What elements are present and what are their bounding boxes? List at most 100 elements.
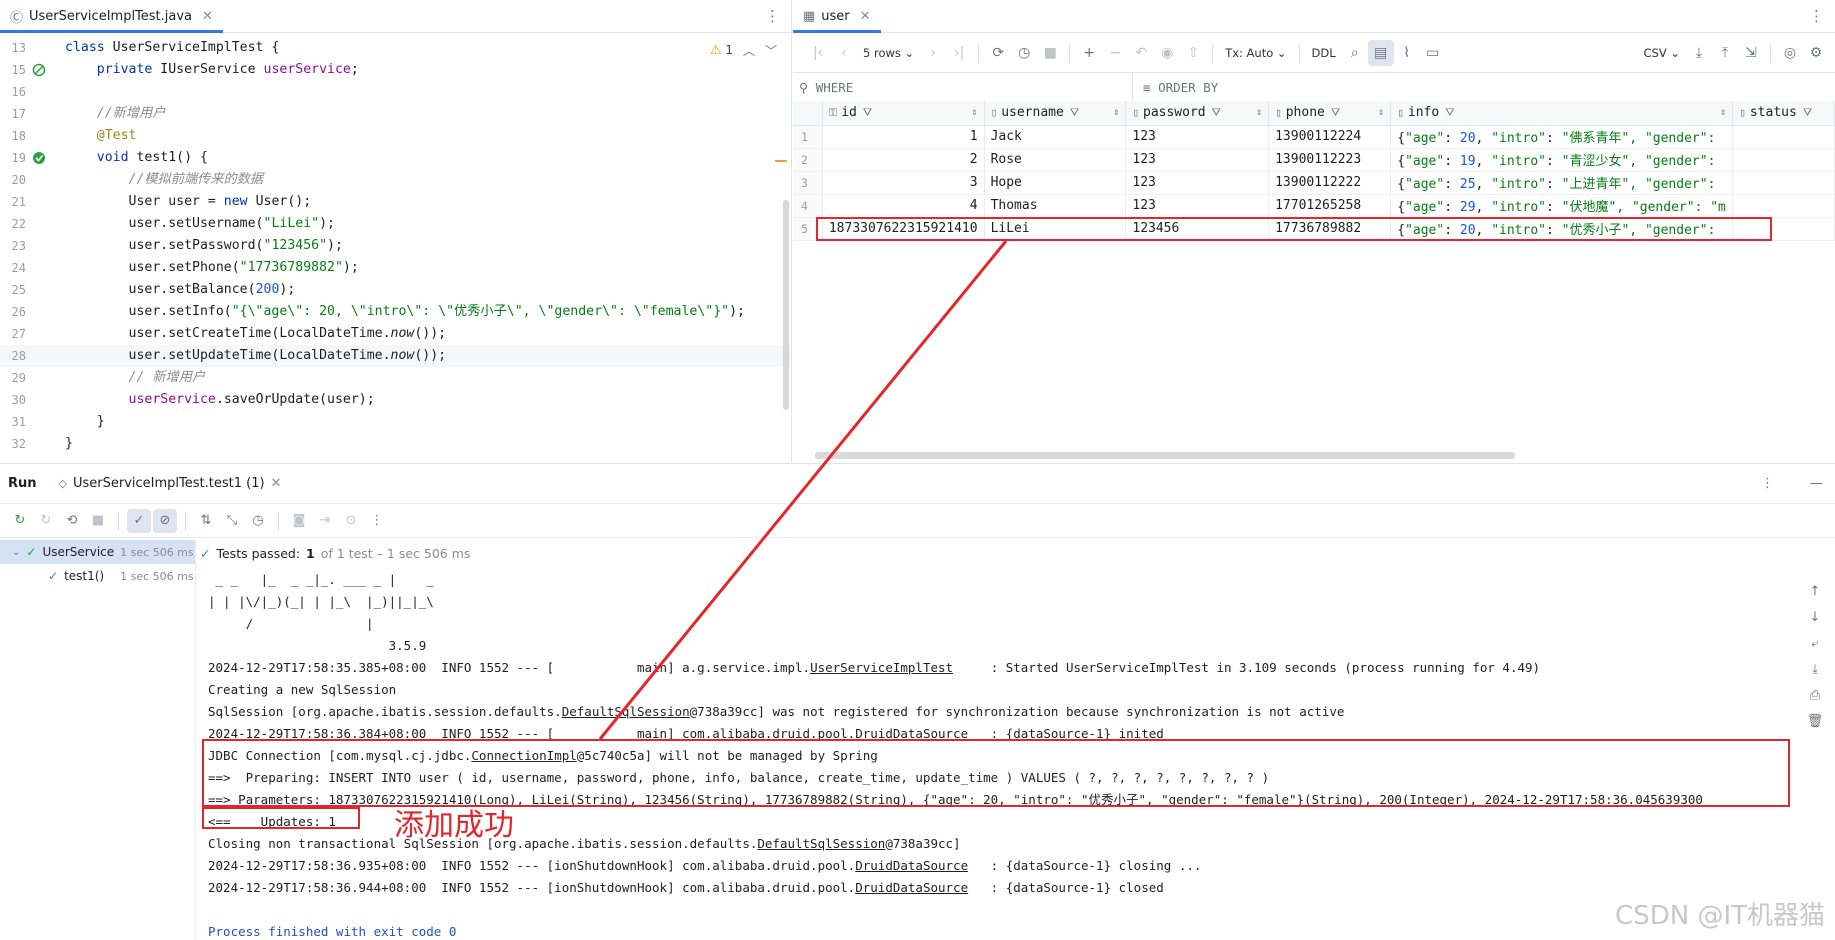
test-tree[interactable]: ⌄ ✓ UserService 1 sec 506 ms ✓ test1() 1… [0,540,196,940]
add-row-icon[interactable]: + [1076,40,1102,66]
cell-status[interactable] [1732,125,1835,149]
more-options-icon[interactable]: ⋮ [1809,7,1824,25]
orderby-filter[interactable]: ≡ ORDER BY [1132,72,1218,103]
filter-icon[interactable]: ⛛ [1331,106,1340,119]
close-icon[interactable]: ✕ [860,9,871,24]
code-line[interactable]: 15 private IUserService userService; [0,59,791,81]
arrow-up-icon[interactable]: ↑ [1805,584,1825,604]
filter-icon[interactable]: ⛛ [1445,106,1454,119]
sort-icon[interactable]: ⇕ [972,107,978,118]
column-header-id[interactable]: ⚿ id ⛛ ⇕ [822,101,985,126]
upload-icon[interactable]: ⤒ [1712,40,1738,66]
cell-password[interactable]: 123 [1125,148,1270,172]
editor-scrollbar[interactable] [783,200,789,410]
ddl-button[interactable]: DDL [1306,46,1342,60]
cell-username[interactable]: Thomas [984,194,1127,218]
cell-info[interactable]: {"age": 29, "intro": "伏地魔", "gender": "m [1390,194,1734,218]
cell-username[interactable]: Jack [984,125,1127,149]
close-icon[interactable]: ✕ [271,476,282,491]
history-icon[interactable]: ◷ [246,509,270,533]
code-line[interactable]: 24 user.setPhone("17736789882"); [0,257,791,279]
more-options-icon[interactable]: ⋮ [365,509,389,533]
grid-scrollbar[interactable] [815,452,1515,459]
view-icon[interactable]: ◎ [1777,40,1803,66]
run-config-tab[interactable]: ◇ UserServiceImplTest.test1 (1) ✕ [59,476,282,491]
code-line[interactable]: 28 user.setUpdateTime(LocalDateTime.now(… [0,345,791,367]
import-icon[interactable]: ⊙ [339,509,363,533]
row-number[interactable]: 3 [793,171,823,195]
sort-icon[interactable]: ⇕ [1113,107,1119,118]
gear-icon[interactable]: ⚙ [1803,40,1829,66]
close-icon[interactable]: ✕ [202,9,213,24]
compare-icon[interactable]: ⇲ [1738,40,1764,66]
code-line[interactable]: 22 user.setUsername("LiLei"); [0,213,791,235]
code-line[interactable]: 27 user.setCreateTime(LocalDateTime.now(… [0,323,791,345]
trash-icon[interactable]: 🗑 [1805,714,1825,734]
code-line[interactable]: 18 @Test [0,125,791,147]
code-area[interactable]: 13 class UserServiceImplTest {15 private … [0,37,791,462]
table-row[interactable]: 1 1 Jack 123 13900112224 {"age": 20, "intro":… [793,125,1835,149]
grid-view-icon[interactable]: ▤ [1367,39,1394,66]
tree-item-test[interactable]: ✓ test1() 1 sec 506 ms [0,564,195,588]
first-page-icon[interactable]: |‹ [805,40,831,66]
code-line[interactable]: 25 user.setBalance(200); [0,279,791,301]
stop-icon[interactable]: ■ [86,509,110,533]
table-settings-icon[interactable]: ▭ [1420,40,1446,66]
cell-status[interactable] [1732,194,1835,218]
column-header-status[interactable]: ▯ status ⛛ [1732,101,1835,126]
code-line[interactable]: 16 [0,81,791,103]
filter-icon[interactable]: ⛛ [1070,106,1079,119]
db-tab[interactable]: ▦ user ✕ [793,0,881,33]
code-line[interactable]: 23 user.setPassword("123456"); [0,235,791,257]
sort-duration-icon[interactable]: ⤡ [220,509,244,533]
code-line[interactable]: 29 // 新增用户 [0,367,791,389]
table-row[interactable]: 3 3 Hope 123 13900112222 {"age": 25, "intro":… [793,171,1835,195]
stop-icon[interactable]: ■ [1037,40,1063,66]
refresh-icon[interactable]: ⟳ [985,40,1011,66]
scroll-to-end-icon[interactable]: ⤓ [1805,662,1825,682]
show-passed-icon[interactable]: ✓ [127,508,151,533]
toggle-autotest-icon[interactable]: ⟲ [60,509,84,533]
rerun-failed-icon[interactable]: ↻ [34,509,58,533]
last-page-icon[interactable]: ›| [946,40,972,66]
code-line[interactable]: 21 User user = new User(); [0,191,791,213]
export-format-selector[interactable]: CSV ⌄ [1638,46,1687,60]
cell-phone[interactable]: 17701265258 [1268,194,1392,218]
cell-phone[interactable]: 13900112223 [1268,148,1392,172]
camera-icon[interactable]: ◙ [287,509,311,533]
cell-id[interactable]: 2 [822,148,985,172]
tx-mode-selector[interactable]: Tx: Auto ⌄ [1219,46,1292,60]
tree-item-root[interactable]: ⌄ ✓ UserService 1 sec 506 ms [0,540,195,564]
cell-id[interactable]: 4 [822,194,985,218]
code-line[interactable]: 17 //新增用户 [0,103,791,125]
minimize-icon[interactable]: — [1810,476,1823,491]
prev-page-icon[interactable]: ‹ [831,40,857,66]
chevron-down-icon[interactable]: ⌄ [12,547,20,558]
code-line[interactable]: 19 void test1() { [0,147,791,169]
filter-icon[interactable]: ⛛ [1803,106,1812,119]
cell-id[interactable]: 1 [822,125,985,149]
history-icon[interactable]: ◷ [1011,40,1037,66]
soft-wrap-icon[interactable]: ⤶ [1805,636,1825,656]
filter-icon[interactable]: ⛛ [863,106,872,119]
more-options-icon[interactable]: ⋮ [765,7,780,25]
code-editor[interactable]: Ⓒ UserServiceImplTest.java ✕ ⋮ ⚠ 1 ︿ ﹀ 1… [0,0,792,462]
cell-password[interactable]: 123 [1125,194,1270,218]
sort-icon[interactable]: ⇕ [1378,107,1384,118]
sort-icon[interactable]: ⇕ [1256,107,1262,118]
cell-info[interactable]: {"age": 20, "intro": "佛系青年", "gender": [1390,125,1734,149]
code-line[interactable]: 31 } [0,411,791,433]
cell-id[interactable]: 3 [822,171,985,195]
table-row[interactable]: 2 2 Rose 123 13900112223 {"age": 19, "intro":… [793,148,1835,172]
cell-password[interactable]: 123 [1125,171,1270,195]
column-header-username[interactable]: ▯ username ⛛ ⇕ [984,101,1127,126]
export-icon[interactable]: ⇥ [313,509,337,533]
sort-icon[interactable]: ⇕ [1720,107,1726,118]
code-line[interactable]: 32} [0,433,791,455]
chart-icon[interactable]: ⌇ [1394,40,1420,66]
sort-alpha-icon[interactable]: ⇅ [194,509,218,533]
column-header-password[interactable]: ▯ password ⛛ ⇕ [1125,101,1270,126]
rerun-icon[interactable]: ↻ [8,509,32,533]
arrow-down-icon[interactable]: ↓ [1805,610,1825,630]
where-filter[interactable]: ⚲ WHERE [799,80,853,95]
